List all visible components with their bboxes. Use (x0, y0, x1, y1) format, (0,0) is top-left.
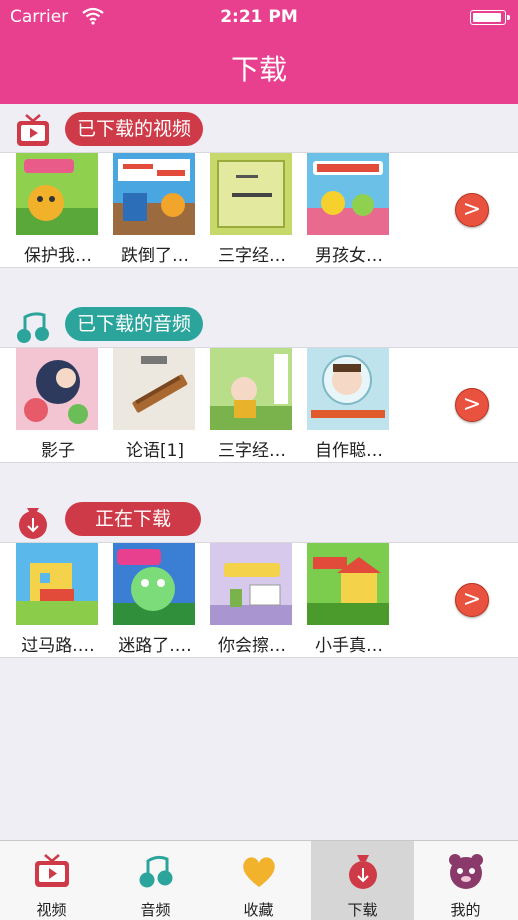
section-header: 正在下载 (0, 494, 518, 542)
media-caption: 你会擦… (218, 636, 286, 656)
media-caption: 影子 (41, 441, 75, 461)
media-caption: 过马路.… (21, 636, 95, 656)
media-caption: 自作聪… (315, 441, 383, 461)
music-note-icon (14, 307, 52, 345)
more-button[interactable]: > (455, 583, 489, 617)
tab-label: 音频 (140, 901, 171, 919)
download-bag-icon (343, 851, 383, 891)
section-title-pill: 已下载的视频 (65, 112, 204, 146)
thumbnail-row: 过马路.… 迷路了.… 你会擦… 小手真… > (0, 542, 518, 658)
tab-bar: 视频 音频 收藏 下载 我的 (0, 840, 518, 920)
tab-video[interactable]: 视频 (0, 841, 103, 920)
page-title: 下载 (230, 53, 287, 86)
media-caption: 三字经… (218, 246, 286, 266)
media-thumbnail (307, 348, 389, 430)
thumbnail-row: 保护我… 跌倒了… 三字经… 男孩女… > (0, 152, 518, 268)
tab-label: 视频 (36, 901, 67, 919)
media-caption: 男孩女… (315, 246, 383, 266)
media-caption: 跌倒了… (121, 246, 189, 266)
media-caption: 保护我… (24, 246, 92, 266)
more-button[interactable]: > (455, 388, 489, 422)
download-bag-icon (14, 502, 52, 540)
section-header: 已下载的视频 (0, 104, 518, 152)
tab-label: 下载 (347, 901, 378, 919)
bear-face-icon (446, 851, 486, 891)
media-caption: 三字经… (218, 441, 286, 461)
status-time: 2:21 PM (220, 7, 298, 27)
media-thumbnail (16, 153, 98, 235)
section-title-pill: 正在下载 (65, 502, 201, 536)
media-caption: 论语[1] (125, 441, 185, 461)
media-thumbnail (210, 153, 292, 235)
battery-icon (470, 10, 510, 25)
media-thumbnail (307, 153, 389, 235)
media-thumbnail (210, 348, 292, 430)
tab-audio[interactable]: 音频 (104, 841, 207, 920)
media-thumbnail (113, 543, 195, 625)
media-caption: 迷路了.… (118, 636, 192, 656)
media-thumbnail (16, 348, 98, 430)
media-thumbnail (16, 543, 98, 625)
more-button[interactable]: > (455, 193, 489, 227)
media-caption: 小手真… (315, 636, 383, 656)
tab-label: 收藏 (243, 901, 274, 919)
tab-me[interactable]: 我的 (414, 841, 517, 920)
tv-icon (14, 112, 52, 150)
tv-icon (32, 851, 72, 891)
thumbnail-row: 影子 论语[1] 三字经… 自作聪… > (0, 347, 518, 463)
section-header: 已下载的音频 (0, 299, 518, 347)
tab-favorites[interactable]: 收藏 (207, 841, 310, 920)
media-thumbnail (210, 543, 292, 625)
media-thumbnail (307, 543, 389, 625)
media-thumbnail (404, 543, 410, 625)
section-title-pill: 已下载的音频 (65, 307, 204, 341)
heart-icon (239, 851, 279, 891)
status-bar: Carrier 2:21 PM (0, 0, 518, 34)
navigation-header: Carrier 2:21 PM 下载 (0, 0, 518, 104)
music-note-icon (136, 851, 176, 891)
tab-download[interactable]: 下载 (311, 841, 414, 920)
media-thumbnail (113, 153, 195, 235)
media-thumbnail (113, 348, 195, 430)
tab-label: 我的 (450, 901, 481, 919)
